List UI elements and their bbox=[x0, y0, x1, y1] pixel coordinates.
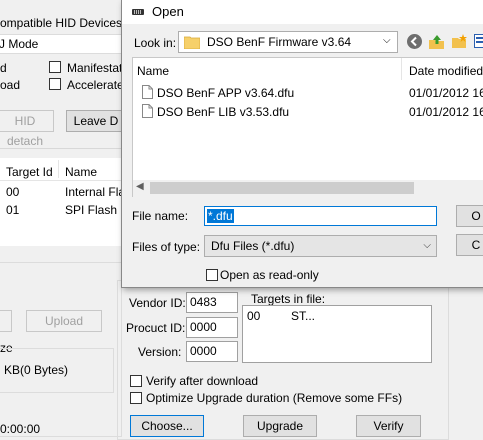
vendor-id-field[interactable]: 0483 bbox=[186, 292, 238, 313]
target-name: ST... bbox=[291, 309, 315, 323]
devices-group-title: ompatible HID Devices bbox=[0, 16, 122, 30]
verify-after-download-label: Verify after download bbox=[146, 374, 258, 388]
file-name-label: File name: bbox=[132, 209, 188, 223]
scroll-left-icon[interactable]: ◀ bbox=[136, 181, 144, 192]
open-button[interactable]: O bbox=[456, 205, 483, 227]
read-only-checkbox[interactable] bbox=[206, 269, 218, 281]
mode-label: J Mode bbox=[0, 37, 38, 51]
table-header: Target Id Name bbox=[0, 158, 121, 181]
read-only-label: Open as read-only bbox=[220, 268, 319, 282]
folder-icon bbox=[184, 35, 200, 52]
scrollbar-thumb[interactable] bbox=[150, 182, 414, 194]
table-row[interactable]: 01 SPI Flash : N bbox=[0, 203, 121, 219]
version-field[interactable]: 0000 bbox=[186, 341, 238, 362]
col-date-header[interactable]: Date modified bbox=[409, 64, 483, 78]
file-name: DSO BenF LIB v3.53.dfu bbox=[157, 105, 289, 119]
cancel-button[interactable]: C bbox=[456, 234, 483, 256]
mode-field[interactable]: J Mode bbox=[0, 34, 122, 54]
manifestation-checkbox[interactable] bbox=[49, 61, 61, 73]
option-label-2: oad bbox=[0, 78, 20, 92]
file-row[interactable]: DSO BenF LIB v3.53.dfu 01/01/2012 16: bbox=[133, 103, 483, 121]
file-icon bbox=[142, 104, 153, 121]
targets-in-file-list[interactable]: 00 ST... bbox=[242, 305, 432, 363]
col-target-id: Target Id bbox=[6, 165, 53, 179]
open-dialog: Open Look in: DSO BenF Firmware v3.64 ⌵ … bbox=[121, 0, 483, 288]
col-name-header[interactable]: Name bbox=[137, 64, 169, 78]
verify-after-download-checkbox[interactable] bbox=[130, 375, 142, 387]
column-divider bbox=[401, 58, 402, 80]
files-of-type-value: Dfu Files (*.dfu) bbox=[211, 239, 294, 253]
dialog-titlebar[interactable]: Open bbox=[122, 0, 483, 24]
upload-button[interactable]: Upload bbox=[26, 310, 102, 332]
product-id-field[interactable]: 0000 bbox=[186, 317, 238, 338]
col-name: Name bbox=[65, 165, 97, 179]
new-folder-icon[interactable] bbox=[451, 33, 468, 53]
files-of-type-dropdown[interactable]: Dfu Files (*.dfu) ⌵ bbox=[204, 235, 437, 257]
file-row[interactable]: DSO BenF APP v3.64.dfu 01/01/2012 16: bbox=[133, 84, 483, 102]
app-icon bbox=[131, 5, 145, 22]
upgrade-button[interactable]: Upgrade bbox=[243, 415, 317, 437]
size-value: KB(0 Bytes) bbox=[4, 363, 68, 377]
table-row[interactable]: 00 Internal Flas bbox=[0, 185, 121, 201]
file-icon bbox=[142, 85, 153, 102]
optimize-label: Optimize Upgrade duration (Remove some F… bbox=[146, 391, 402, 405]
file-name-value: *.dfu bbox=[207, 209, 234, 223]
row-target-id: 00 bbox=[6, 185, 19, 199]
row-target-id: 01 bbox=[6, 203, 19, 217]
elapsed-time: 0:00:00 bbox=[0, 422, 40, 436]
targets-in-file-label: Targets in file: bbox=[251, 292, 325, 306]
product-id-label: Procuct ID: bbox=[126, 321, 185, 335]
look-in-value: DSO BenF Firmware v3.64 bbox=[207, 35, 351, 49]
divider bbox=[0, 148, 121, 149]
back-icon[interactable] bbox=[406, 33, 423, 53]
files-of-type-label: Files of type: bbox=[132, 240, 200, 254]
dialog-title: Open bbox=[152, 4, 184, 19]
accelerated-checkbox[interactable] bbox=[49, 78, 61, 90]
verify-button[interactable]: Verify bbox=[356, 415, 421, 437]
look-in-label: Look in: bbox=[134, 36, 176, 50]
optimize-checkbox[interactable] bbox=[130, 392, 142, 404]
targets-table: Target Id Name 00 Internal Flas 01 SPI F… bbox=[0, 158, 121, 246]
chevron-down-icon: ⌵ bbox=[383, 35, 391, 46]
column-divider bbox=[58, 160, 59, 178]
hid-detach-button[interactable]: HID detach bbox=[0, 110, 54, 132]
chevron-down-icon: ⌵ bbox=[423, 236, 431, 256]
file-date: 01/01/2012 16: bbox=[409, 105, 483, 119]
file-name-input[interactable]: *.dfu bbox=[204, 206, 437, 226]
choose-button[interactable]: Choose... bbox=[130, 415, 204, 437]
horizontal-scrollbar[interactable]: ◀ bbox=[133, 180, 483, 197]
file-list[interactable]: Name Date modified DSO BenF APP v3.64.df… bbox=[132, 57, 483, 197]
file-date: 01/01/2012 16: bbox=[409, 86, 483, 100]
option-label-1: d bbox=[0, 61, 7, 75]
target-id: 00 bbox=[247, 309, 260, 323]
vendor-id-label: Vendor ID: bbox=[129, 296, 186, 310]
version-label: Version: bbox=[138, 345, 181, 359]
file-name: DSO BenF APP v3.64.dfu bbox=[157, 86, 294, 100]
leave-dfu-button[interactable]: Leave D bbox=[66, 110, 126, 132]
partial-button[interactable] bbox=[0, 310, 12, 332]
look-in-dropdown[interactable]: DSO BenF Firmware v3.64 ⌵ bbox=[178, 31, 398, 53]
view-menu-icon[interactable] bbox=[474, 34, 483, 52]
up-folder-icon[interactable] bbox=[428, 33, 445, 53]
